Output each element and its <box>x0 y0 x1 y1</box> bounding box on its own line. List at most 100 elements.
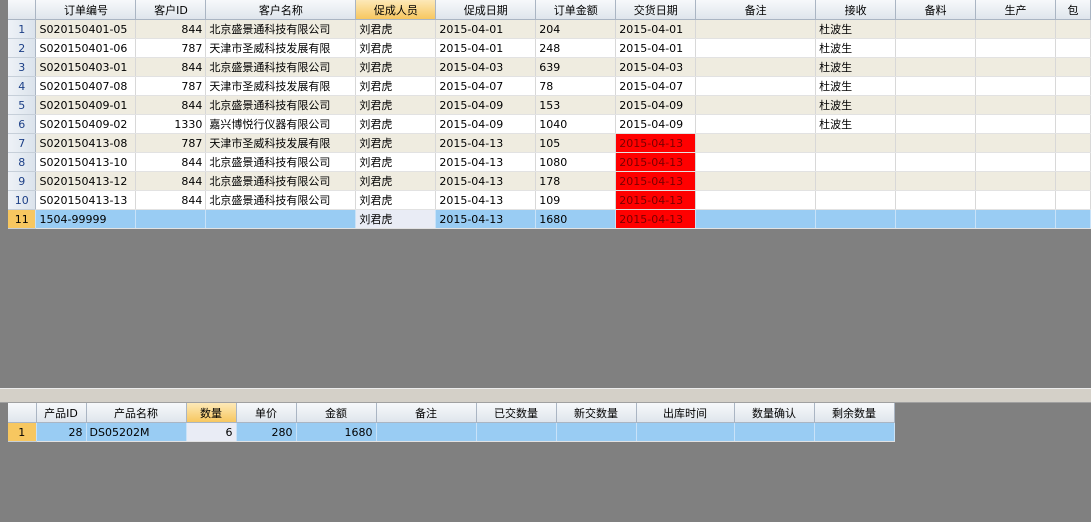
cell-notes[interactable] <box>695 76 817 96</box>
row-number[interactable]: 11 <box>8 209 37 229</box>
row-number[interactable]: 2 <box>8 38 37 58</box>
cell-materials[interactable] <box>895 95 977 115</box>
cell-materials[interactable] <box>895 19 977 39</box>
cell-customer-name[interactable] <box>205 209 357 229</box>
cell-order-no[interactable]: S020150413-08 <box>35 133 137 153</box>
cell-customer-name[interactable]: 北京盛景通科技有限公司 <box>205 95 357 115</box>
cell-production[interactable] <box>975 152 1056 172</box>
cell-order-no[interactable]: S020150403-01 <box>35 57 137 77</box>
cell-customer-name[interactable]: 天津市圣威科技发展有限 <box>205 133 357 153</box>
col-order-amount[interactable]: 订单金额 <box>535 0 617 20</box>
cell-customer-name[interactable]: 天津市圣威科技发展有限 <box>205 76 357 96</box>
cell-notes[interactable] <box>695 133 817 153</box>
cell-customer-id[interactable]: 844 <box>135 19 207 39</box>
cell-remaining-qty[interactable] <box>814 422 895 442</box>
col-outbound-time[interactable]: 出库时间 <box>636 403 735 423</box>
cell-customer-id[interactable]: 787 <box>135 38 207 58</box>
cell-materials[interactable] <box>895 190 977 210</box>
cell-order-no[interactable]: S020150409-02 <box>35 114 137 134</box>
cell-order-amount[interactable]: 1040 <box>535 114 617 134</box>
col-product-id[interactable]: 产品ID <box>36 403 87 423</box>
cell-delivery-date[interactable]: 2015-04-13 <box>615 152 697 172</box>
cell-sale-date[interactable]: 2015-04-07 <box>435 76 537 96</box>
cell-sale-date[interactable]: 2015-04-09 <box>435 95 537 115</box>
cell-sales-staff[interactable]: 刘君虎 <box>355 171 437 191</box>
col-delivered-qty[interactable]: 已交数量 <box>476 403 557 423</box>
col-product-name[interactable]: 产品名称 <box>86 403 187 423</box>
cell-production[interactable] <box>975 190 1056 210</box>
cell-order-no[interactable]: S020150401-05 <box>35 19 137 39</box>
cell-sale-date[interactable]: 2015-04-13 <box>435 190 537 210</box>
table-row[interactable]: 4 S020150407-08 787 天津市圣威科技发展有限 刘君虎 2015-04-0… <box>8 76 1091 96</box>
cell-order-amount[interactable]: 153 <box>535 95 617 115</box>
col-quantity[interactable]: 数量 <box>186 403 237 423</box>
cell-sale-date[interactable]: 2015-04-03 <box>435 57 537 77</box>
col-remaining-qty[interactable]: 剩余数量 <box>814 403 895 423</box>
row-number[interactable]: 1 <box>8 19 37 39</box>
cell-customer-name[interactable]: 天津市圣威科技发展有限 <box>205 38 357 58</box>
cell-received[interactable]: 杜波生 <box>815 19 897 39</box>
cell-sale-date[interactable]: 2015-04-13 <box>435 209 537 229</box>
cell-sales-staff[interactable]: 刘君虎 <box>355 57 437 77</box>
cell-order-amount[interactable]: 248 <box>535 38 617 58</box>
cell-customer-id[interactable]: 1330 <box>135 114 207 134</box>
cell-received[interactable] <box>815 209 897 229</box>
cell-production[interactable] <box>975 209 1056 229</box>
cell-packing[interactable] <box>1055 19 1091 39</box>
col-sales-staff[interactable]: 促成人员 <box>355 0 437 20</box>
cell-sales-staff[interactable]: 刘君虎 <box>355 209 437 229</box>
cell-order-no[interactable]: S020150409-01 <box>35 95 137 115</box>
cell-materials[interactable] <box>895 133 977 153</box>
table-row[interactable]: 8 S020150413-10 844 北京盛景通科技有限公司 刘君虎 2015-04-1… <box>8 152 1091 172</box>
cell-delivery-date[interactable]: 2015-04-13 <box>615 171 697 191</box>
cell-sale-date[interactable]: 2015-04-09 <box>435 114 537 134</box>
cell-notes[interactable] <box>695 38 817 58</box>
cell-order-no[interactable]: S020150407-08 <box>35 76 137 96</box>
col-unit-price[interactable]: 单价 <box>236 403 297 423</box>
col-packing[interactable]: 包 <box>1055 0 1091 20</box>
cell-order-amount[interactable]: 105 <box>535 133 617 153</box>
cell-notes[interactable] <box>695 171 817 191</box>
col-production[interactable]: 生产 <box>975 0 1056 20</box>
cell-sales-staff[interactable]: 刘君虎 <box>355 190 437 210</box>
cell-received[interactable]: 杜波生 <box>815 57 897 77</box>
cell-quantity[interactable]: 6 <box>186 422 237 442</box>
cell-notes[interactable] <box>695 152 817 172</box>
col-notes[interactable]: 备注 <box>695 0 817 20</box>
cell-production[interactable] <box>975 57 1056 77</box>
cell-production[interactable] <box>975 19 1056 39</box>
orders-corner[interactable] <box>8 0 37 20</box>
row-number[interactable]: 3 <box>8 57 37 77</box>
cell-new-delivered-qty[interactable] <box>556 422 637 442</box>
cell-item-notes[interactable] <box>376 422 477 442</box>
cell-notes[interactable] <box>695 190 817 210</box>
cell-production[interactable] <box>975 133 1056 153</box>
cell-received[interactable] <box>815 133 897 153</box>
cell-received[interactable] <box>815 152 897 172</box>
cell-delivery-date[interactable]: 2015-04-01 <box>615 38 697 58</box>
cell-received[interactable]: 杜波生 <box>815 76 897 96</box>
col-customer-name[interactable]: 客户名称 <box>205 0 357 20</box>
cell-product-name[interactable]: DS05202M <box>86 422 187 442</box>
cell-notes[interactable] <box>695 95 817 115</box>
cell-order-amount[interactable]: 1080 <box>535 152 617 172</box>
table-row[interactable]: 11 1504-99999 刘君虎 2015-04-13 1680 2015-04-13 <box>8 209 1091 229</box>
cell-customer-id[interactable]: 844 <box>135 57 207 77</box>
cell-materials[interactable] <box>895 209 977 229</box>
col-materials[interactable]: 备料 <box>895 0 977 20</box>
cell-received[interactable]: 杜波生 <box>815 38 897 58</box>
table-row[interactable]: 1 S020150401-05 844 北京盛景通科技有限公司 刘君虎 2015-04-0… <box>8 19 1091 39</box>
cell-production[interactable] <box>975 171 1056 191</box>
cell-packing[interactable] <box>1055 57 1091 77</box>
cell-customer-id[interactable]: 844 <box>135 95 207 115</box>
cell-order-amount[interactable]: 178 <box>535 171 617 191</box>
cell-sales-staff[interactable]: 刘君虎 <box>355 95 437 115</box>
row-number[interactable]: 6 <box>8 114 37 134</box>
cell-production[interactable] <box>975 95 1056 115</box>
cell-notes[interactable] <box>695 19 817 39</box>
cell-sale-date[interactable]: 2015-04-13 <box>435 171 537 191</box>
col-item-notes[interactable]: 备注 <box>376 403 477 423</box>
cell-customer-name[interactable]: 北京盛景通科技有限公司 <box>205 57 357 77</box>
cell-sales-staff[interactable]: 刘君虎 <box>355 114 437 134</box>
cell-received[interactable]: 杜波生 <box>815 114 897 134</box>
